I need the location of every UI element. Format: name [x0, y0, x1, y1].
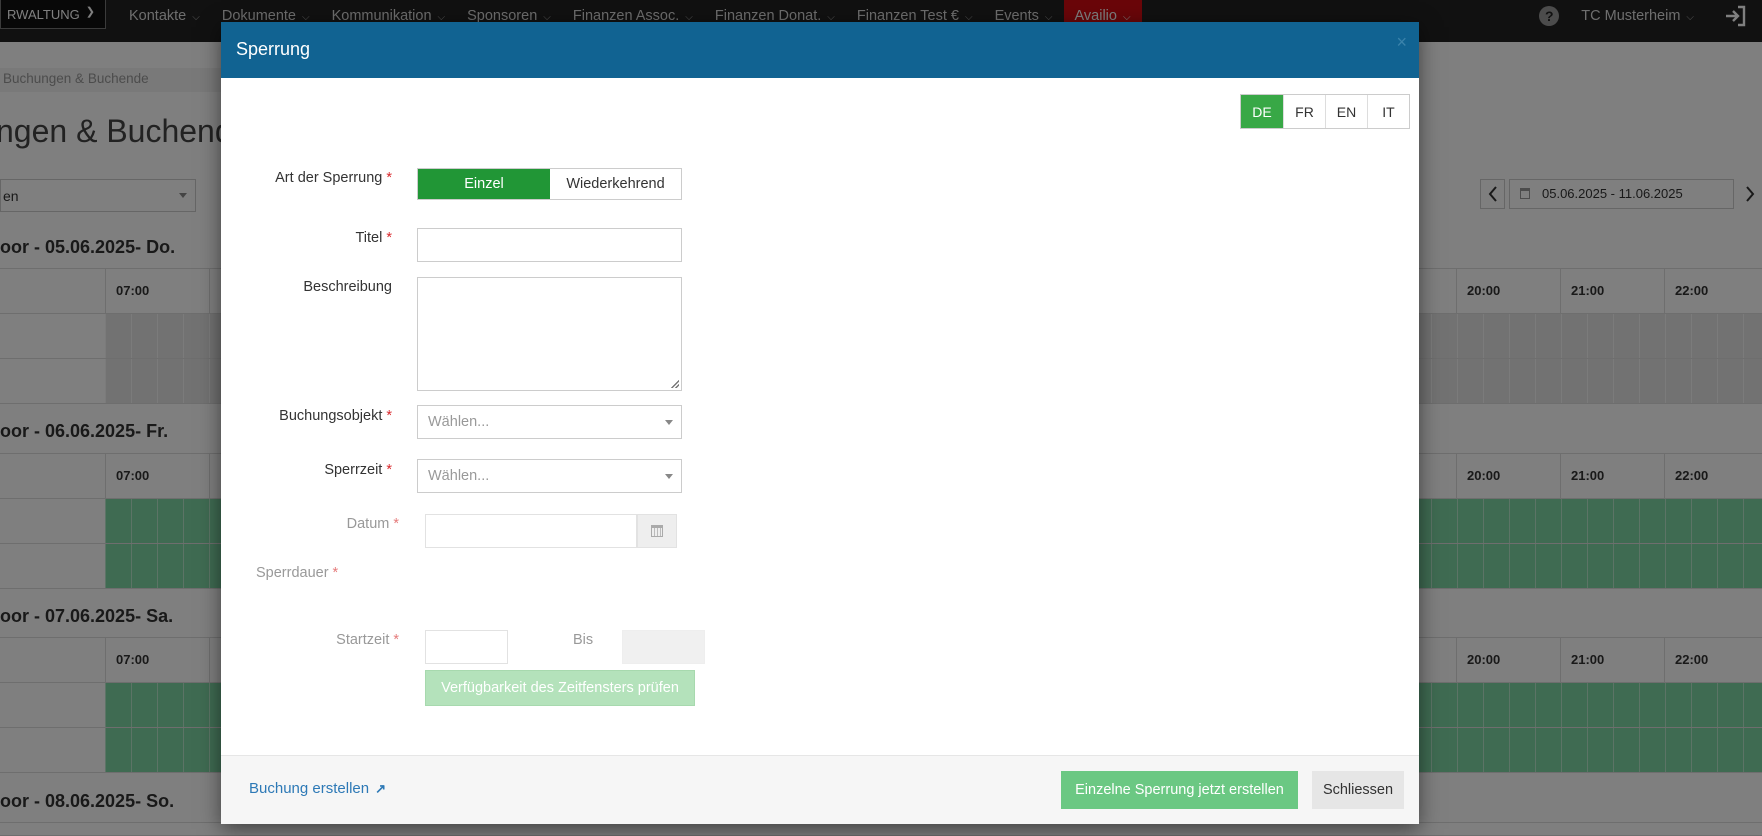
create-booking-link[interactable]: Buchung erstellen ↗	[249, 780, 386, 797]
title-input[interactable]	[417, 228, 682, 262]
create-lock-button[interactable]: Einzelne Sperrung jetzt erstellen	[1061, 771, 1298, 809]
type-recurring-button[interactable]: Wiederkehrend	[550, 169, 681, 199]
description-textarea[interactable]	[417, 277, 682, 391]
modal-header: Sperrung ×	[221, 22, 1419, 78]
lang-it-button[interactable]: IT	[1367, 95, 1409, 128]
external-link-icon: ↗	[375, 780, 386, 796]
caret-down-icon	[665, 420, 673, 425]
booking-object-select[interactable]: Wählen...	[417, 405, 682, 439]
object-label: Buchungsobjekt *	[279, 408, 392, 424]
lock-modal: Sperrung × DE FR EN IT Art der Sperrung *…	[221, 22, 1419, 824]
language-switcher: DE FR EN IT	[1240, 94, 1410, 129]
duration-label: Sperrdauer *	[256, 565, 339, 581]
until-label: Bis	[573, 632, 594, 648]
type-label: Art der Sperrung *	[275, 170, 392, 186]
title-label: Titel *	[355, 230, 392, 246]
type-toggle: Einzel Wiederkehrend	[417, 168, 682, 200]
lang-fr-button[interactable]: FR	[1283, 95, 1325, 128]
date-picker-button[interactable]	[637, 514, 677, 548]
calendar-icon	[651, 525, 663, 537]
close-icon[interactable]: ×	[1396, 32, 1407, 53]
modal-title: Sperrung	[236, 39, 311, 59]
date-label: Datum *	[346, 516, 399, 532]
modal-footer: Buchung erstellen ↗ Einzelne Sperrung jet…	[221, 755, 1419, 824]
caret-down-icon	[665, 474, 673, 479]
check-availability-button[interactable]: Verfügbarkeit des Zeitfensters prüfen	[425, 670, 695, 706]
start-time-label: Startzeit *	[336, 632, 399, 648]
type-single-button[interactable]: Einzel	[418, 169, 550, 199]
date-input[interactable]	[425, 514, 637, 548]
close-button[interactable]: Schliessen	[1312, 771, 1404, 809]
lang-de-button[interactable]: DE	[1241, 95, 1283, 128]
lang-en-button[interactable]: EN	[1325, 95, 1367, 128]
lock-time-select[interactable]: Wählen...	[417, 459, 682, 493]
start-time-input[interactable]	[425, 630, 508, 664]
lock-time-label: Sperrzeit *	[324, 462, 392, 478]
resize-handle-icon[interactable]	[671, 380, 679, 388]
description-label: Beschreibung	[303, 279, 392, 295]
end-time-input	[622, 630, 705, 664]
